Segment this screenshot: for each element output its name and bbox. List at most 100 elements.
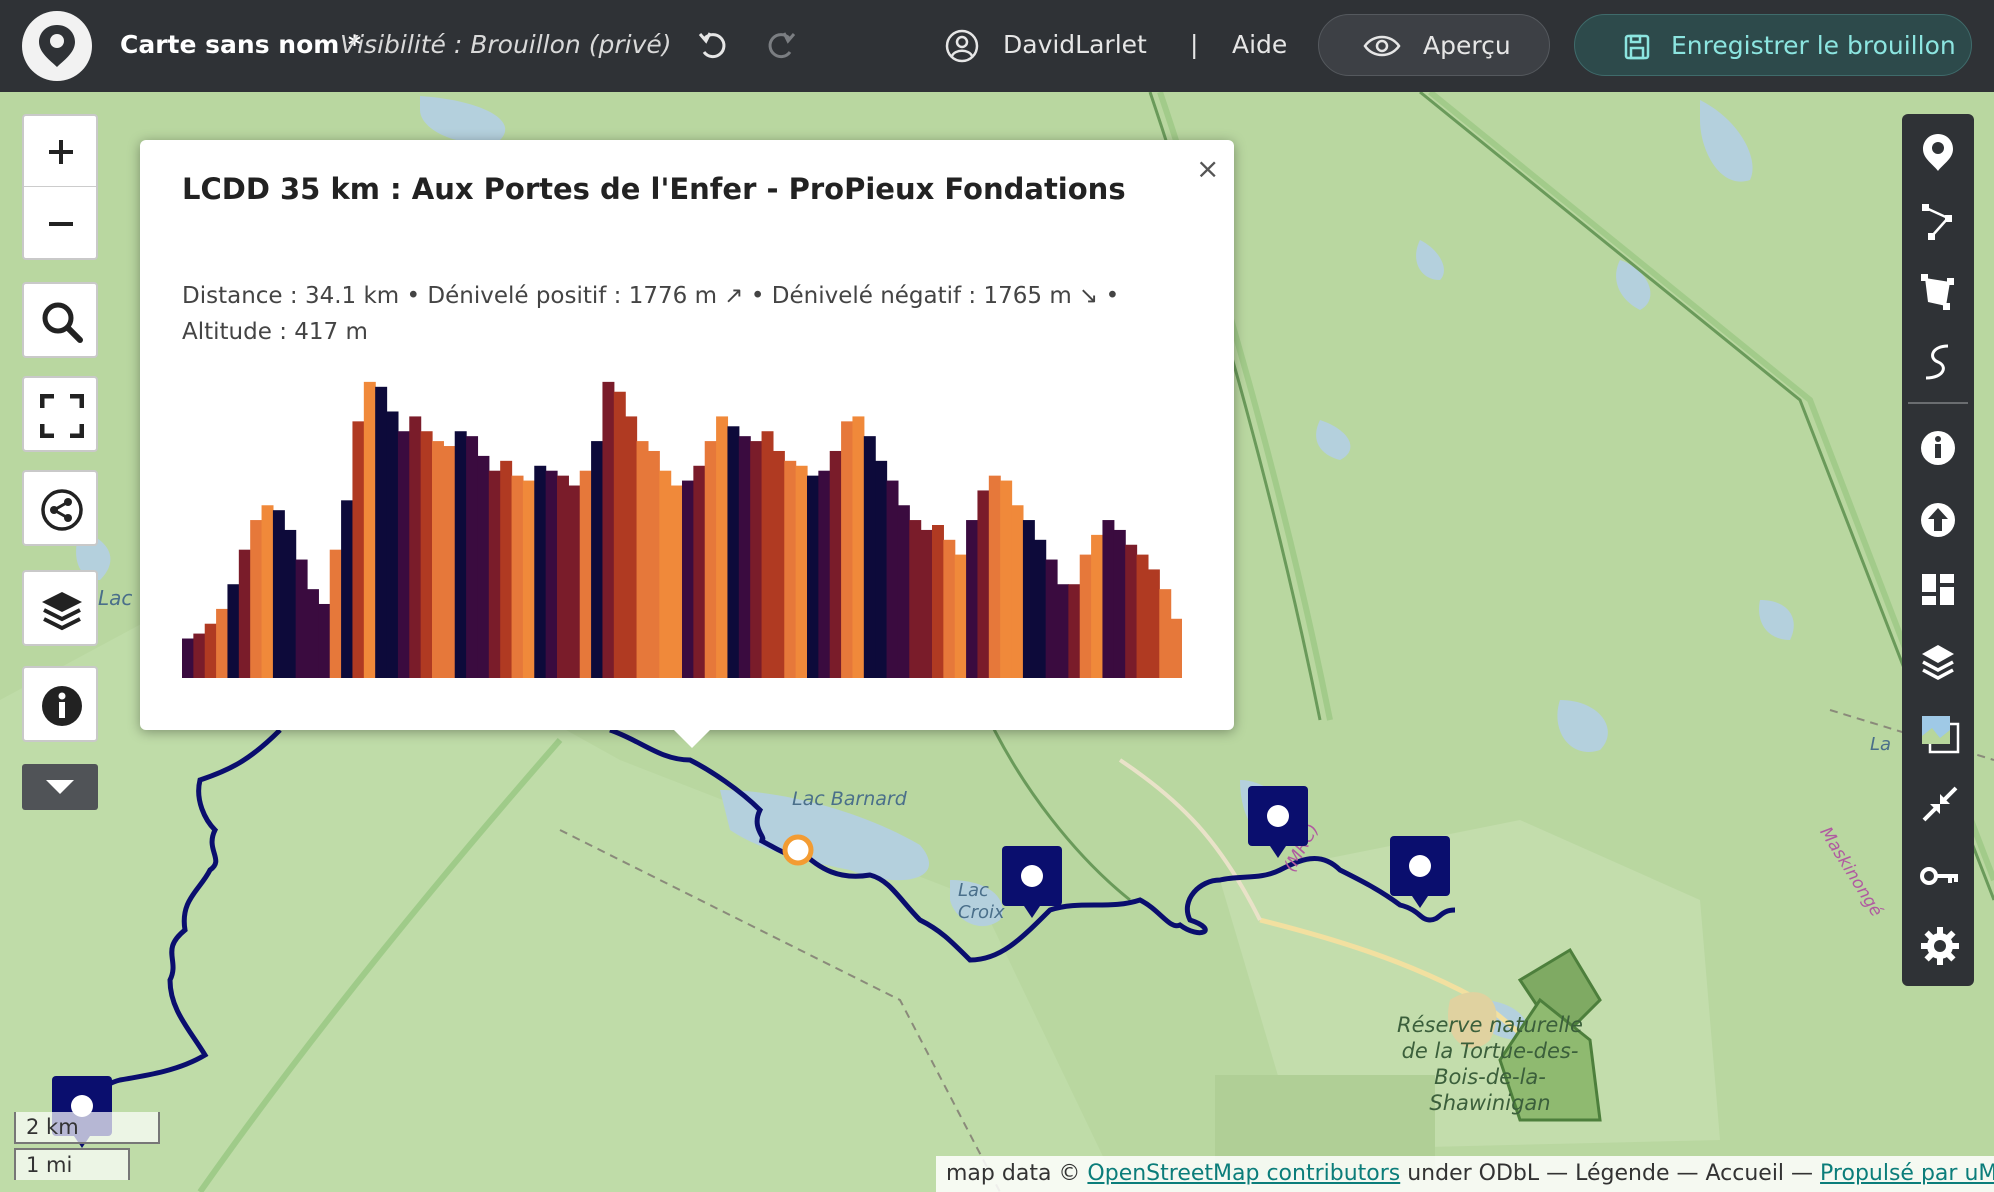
map-marker-icon[interactable] <box>1246 784 1310 864</box>
scale-mi: 1 mi <box>14 1148 130 1180</box>
elevation-bar <box>329 549 342 678</box>
tilelayer-button[interactable] <box>1902 702 1974 762</box>
settings-button[interactable] <box>1902 914 1974 974</box>
elevation-bar <box>625 416 638 678</box>
more-controls-button[interactable] <box>22 764 98 810</box>
help-link[interactable]: Aide <box>1232 30 1287 59</box>
elevation-bar <box>761 431 774 678</box>
popup-stats: Distance : 34.1 km • Dénivelé positif : … <box>182 283 1120 345</box>
lake-label-barnard: Lac Barnard <box>792 788 907 810</box>
elevation-bar <box>875 460 888 678</box>
elevation-bar <box>863 436 876 678</box>
elevation-bar <box>886 480 899 678</box>
elevation-bar <box>1091 534 1104 678</box>
elevation-bar <box>522 480 535 678</box>
elevation-bar <box>272 510 285 678</box>
fullscreen-icon <box>40 394 84 438</box>
dashboard-icon <box>1922 574 1954 605</box>
marker-icon <box>1923 134 1953 171</box>
legend-link[interactable]: Légende <box>1575 1161 1669 1186</box>
elevation-profile-chart[interactable] <box>182 372 1182 678</box>
layers-icon <box>1922 645 1954 680</box>
tilelayer-icon <box>1922 716 1960 754</box>
elevation-bar <box>227 584 240 678</box>
reserve-label: Réserve naturelle de la Tortue-des-Bois-… <box>1397 1013 1583 1115</box>
elevation-bar <box>511 475 524 678</box>
attribution-dash: — <box>1784 1161 1821 1186</box>
draw-polyline-button[interactable] <box>1902 190 1974 250</box>
popup-close-button[interactable]: × <box>1196 152 1219 185</box>
elevation-bar <box>1079 554 1092 678</box>
elevation-bar <box>307 589 319 678</box>
scale-km: 2 km <box>14 1112 160 1144</box>
elevation-bar <box>1159 589 1172 678</box>
preview-button[interactable]: Aperçu <box>1318 14 1550 76</box>
username-link[interactable]: DavidLarlet <box>1003 30 1147 59</box>
attribution-bar: map data © OpenStreetMap contributors un… <box>936 1156 1994 1192</box>
user-icon[interactable] <box>944 28 980 64</box>
osm-link[interactable]: OpenStreetMap contributors <box>1087 1161 1400 1186</box>
elevation-bar <box>557 475 569 678</box>
draw-polygon-button[interactable] <box>1902 260 1974 320</box>
elevation-bar <box>784 460 797 678</box>
elevation-bar <box>716 416 729 678</box>
share-button[interactable] <box>22 470 98 546</box>
lake-label-right: La <box>1870 734 1892 755</box>
manage-layers-button[interactable] <box>1902 630 1974 690</box>
zoom-control <box>22 114 98 260</box>
elevation-bar <box>238 549 251 678</box>
elevation-bar <box>250 520 263 678</box>
center-view-button[interactable] <box>1902 772 1974 832</box>
elevation-position-marker <box>782 834 814 866</box>
save-draft-button[interactable]: Enregistrer le brouillon <box>1574 14 1972 76</box>
draw-route-button[interactable] <box>1902 330 1974 390</box>
layers-button[interactable] <box>22 570 98 646</box>
undo-icon[interactable] <box>696 28 730 62</box>
powered-by-link[interactable]: Propulsé par uMap <box>1820 1161 1994 1186</box>
permissions-button[interactable] <box>1902 844 1974 904</box>
logo-pin-icon <box>39 25 75 67</box>
elevation-bar <box>352 421 365 678</box>
map-marker-icon[interactable] <box>1000 844 1064 924</box>
map-info-button[interactable] <box>1902 416 1974 476</box>
umap-logo[interactable] <box>22 11 92 81</box>
elevation-bar <box>920 529 933 678</box>
elevation-bar <box>534 465 547 678</box>
elevation-bar <box>988 475 1001 678</box>
zoom-in-button[interactable] <box>24 116 96 187</box>
import-button[interactable] <box>1902 488 1974 548</box>
elevation-bar <box>409 416 422 678</box>
elevation-bar <box>1068 584 1081 678</box>
draw-marker-button[interactable] <box>1902 120 1974 180</box>
elevation-bar <box>670 485 683 678</box>
key-icon <box>1920 867 1958 885</box>
search-icon <box>42 302 83 343</box>
elevation-bar <box>1125 544 1138 678</box>
info-button[interactable] <box>22 666 98 742</box>
elevation-bar <box>579 470 592 678</box>
fullscreen-button[interactable] <box>22 376 98 452</box>
toolbar-divider <box>1908 402 1968 404</box>
home-link[interactable]: Accueil <box>1705 1161 1784 1186</box>
search-button[interactable] <box>22 282 98 358</box>
elevation-bar <box>375 386 388 678</box>
elevation-bar <box>545 470 558 678</box>
attribution-dash: — <box>1669 1161 1706 1186</box>
elevation-bar <box>1000 480 1013 678</box>
redo-icon[interactable] <box>764 28 798 62</box>
elevation-bar <box>602 381 615 678</box>
lake-label-left: Lac <box>98 586 133 610</box>
layers-icon <box>42 592 82 631</box>
elevation-bar <box>477 455 490 678</box>
elevation-bar <box>932 525 944 678</box>
info-icon <box>42 686 82 726</box>
elevation-bar <box>693 465 706 678</box>
popup-title: LCDD 35 km : Aux Portes de l'Enfer - Pro… <box>182 172 1126 206</box>
zoom-out-button[interactable] <box>24 188 96 258</box>
attribution-license: under ODbL — <box>1400 1161 1576 1186</box>
elevation-bar <box>897 505 910 678</box>
datalayers-button[interactable] <box>1902 558 1974 618</box>
map-name[interactable]: Carte sans nom * <box>120 30 361 59</box>
elevation-bar <box>682 480 694 678</box>
map-marker-icon[interactable] <box>1388 834 1452 914</box>
